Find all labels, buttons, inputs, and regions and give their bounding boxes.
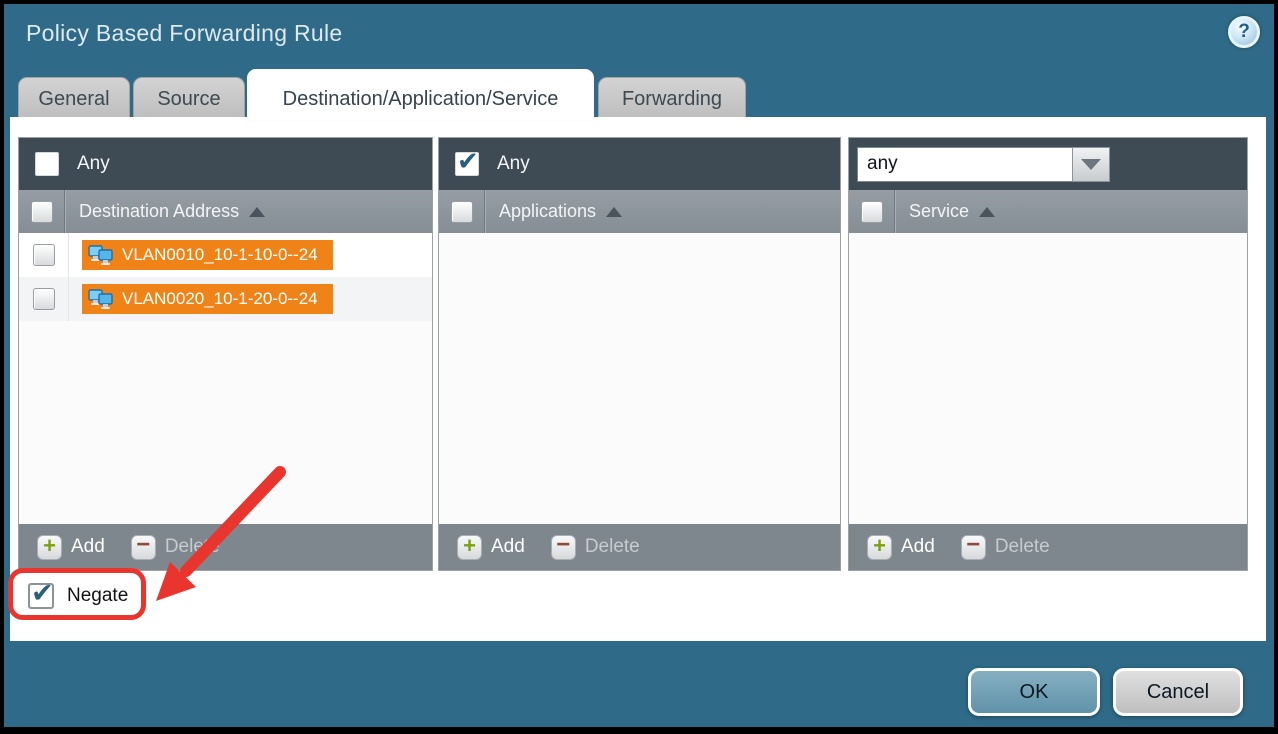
destination-column-header[interactable]: Destination Address bbox=[19, 190, 432, 233]
tab-general[interactable]: General bbox=[18, 77, 130, 122]
applications-select-all-checkbox[interactable] bbox=[451, 201, 473, 223]
network-address-icon bbox=[88, 288, 114, 310]
applications-footer-bar: + Add − Delete bbox=[439, 524, 840, 570]
service-dropdown-bar: any bbox=[849, 138, 1247, 190]
applications-any-checkbox[interactable] bbox=[455, 152, 479, 176]
add-button[interactable]: + Add bbox=[37, 535, 105, 560]
service-column-header[interactable]: Service bbox=[849, 190, 1247, 233]
tab-content: Any Destination Address bbox=[10, 117, 1266, 641]
delete-label: Delete bbox=[165, 536, 220, 558]
address-object-chip[interactable]: VLAN0010_10-1-10-0--24 bbox=[82, 240, 333, 270]
row-checkbox-cell bbox=[19, 277, 69, 321]
destination-any-checkbox[interactable] bbox=[35, 152, 59, 176]
delete-button[interactable]: − Delete bbox=[551, 535, 640, 560]
minus-icon: − bbox=[961, 535, 986, 560]
dialog-title: Policy Based Forwarding Rule bbox=[26, 20, 343, 47]
destination-header-checkbox-cell bbox=[19, 190, 65, 233]
destination-any-bar: Any bbox=[19, 138, 432, 190]
network-address-icon bbox=[88, 244, 114, 266]
service-list bbox=[849, 233, 1247, 524]
applications-header-checkbox-cell bbox=[439, 190, 485, 233]
delete-button[interactable]: − Delete bbox=[961, 535, 1050, 560]
service-panel: any Service + Add − Delete bbox=[848, 137, 1248, 571]
add-label: Add bbox=[901, 536, 935, 558]
service-type-value[interactable]: any bbox=[857, 147, 1073, 182]
delete-label: Delete bbox=[585, 536, 640, 558]
chevron-down-icon bbox=[1081, 159, 1101, 170]
add-label: Add bbox=[71, 536, 105, 558]
applications-list bbox=[439, 233, 840, 524]
destination-footer-bar: + Add − Delete bbox=[19, 524, 432, 570]
dropdown-button[interactable] bbox=[1072, 147, 1110, 182]
plus-icon: + bbox=[37, 535, 62, 560]
table-row[interactable]: VLAN0010_10-1-10-0--24 bbox=[19, 233, 432, 277]
row-checkbox[interactable] bbox=[33, 288, 55, 310]
destination-address-panel: Any Destination Address bbox=[18, 137, 433, 571]
negate-row: Negate bbox=[28, 583, 128, 609]
address-object-label: VLAN0010_10-1-10-0--24 bbox=[122, 245, 318, 265]
minus-icon: − bbox=[131, 535, 156, 560]
destination-header-label: Destination Address bbox=[79, 201, 239, 222]
help-icon[interactable]: ? bbox=[1228, 16, 1260, 48]
sort-ascending-icon bbox=[249, 207, 265, 217]
address-object-label: VLAN0020_10-1-20-0--24 bbox=[122, 289, 318, 309]
negate-label: Negate bbox=[67, 585, 128, 607]
delete-button[interactable]: − Delete bbox=[131, 535, 220, 560]
tab-forwarding[interactable]: Forwarding bbox=[598, 77, 746, 122]
service-header-checkbox-cell bbox=[849, 190, 895, 233]
add-button[interactable]: + Add bbox=[457, 535, 525, 560]
service-select-all-checkbox[interactable] bbox=[861, 201, 883, 223]
table-row[interactable]: VLAN0020_10-1-20-0--24 bbox=[19, 277, 432, 321]
applications-any-bar: Any bbox=[439, 138, 840, 190]
address-object-chip[interactable]: VLAN0020_10-1-20-0--24 bbox=[82, 284, 333, 314]
tab-destination-application-service[interactable]: Destination/Application/Service bbox=[247, 69, 594, 122]
sort-ascending-icon bbox=[606, 207, 622, 217]
add-button[interactable]: + Add bbox=[867, 535, 935, 560]
service-footer-bar: + Add − Delete bbox=[849, 524, 1247, 570]
tab-source[interactable]: Source bbox=[133, 77, 245, 122]
delete-label: Delete bbox=[995, 536, 1050, 558]
applications-panel: Any Applications + Add − Delete bbox=[438, 137, 841, 571]
applications-header-label: Applications bbox=[499, 201, 596, 222]
row-checkbox-cell bbox=[19, 233, 69, 277]
ok-button[interactable]: OK bbox=[968, 668, 1100, 716]
add-label: Add bbox=[491, 536, 525, 558]
sort-ascending-icon bbox=[979, 207, 995, 217]
destination-select-all-checkbox[interactable] bbox=[31, 201, 53, 223]
row-checkbox[interactable] bbox=[33, 244, 55, 266]
negate-checkbox[interactable] bbox=[28, 583, 54, 609]
plus-icon: + bbox=[457, 535, 482, 560]
applications-column-header[interactable]: Applications bbox=[439, 190, 840, 233]
service-header-label: Service bbox=[909, 201, 969, 222]
applications-any-label: Any bbox=[497, 153, 530, 175]
plus-icon: + bbox=[867, 535, 892, 560]
cancel-button[interactable]: Cancel bbox=[1113, 668, 1243, 716]
service-type-dropdown[interactable]: any bbox=[857, 147, 1110, 182]
destination-any-label: Any bbox=[77, 153, 110, 175]
policy-forwarding-dialog: Policy Based Forwarding Rule ? General S… bbox=[4, 4, 1274, 727]
destination-list: VLAN0010_10-1-10-0--24 bbox=[19, 233, 432, 524]
minus-icon: − bbox=[551, 535, 576, 560]
